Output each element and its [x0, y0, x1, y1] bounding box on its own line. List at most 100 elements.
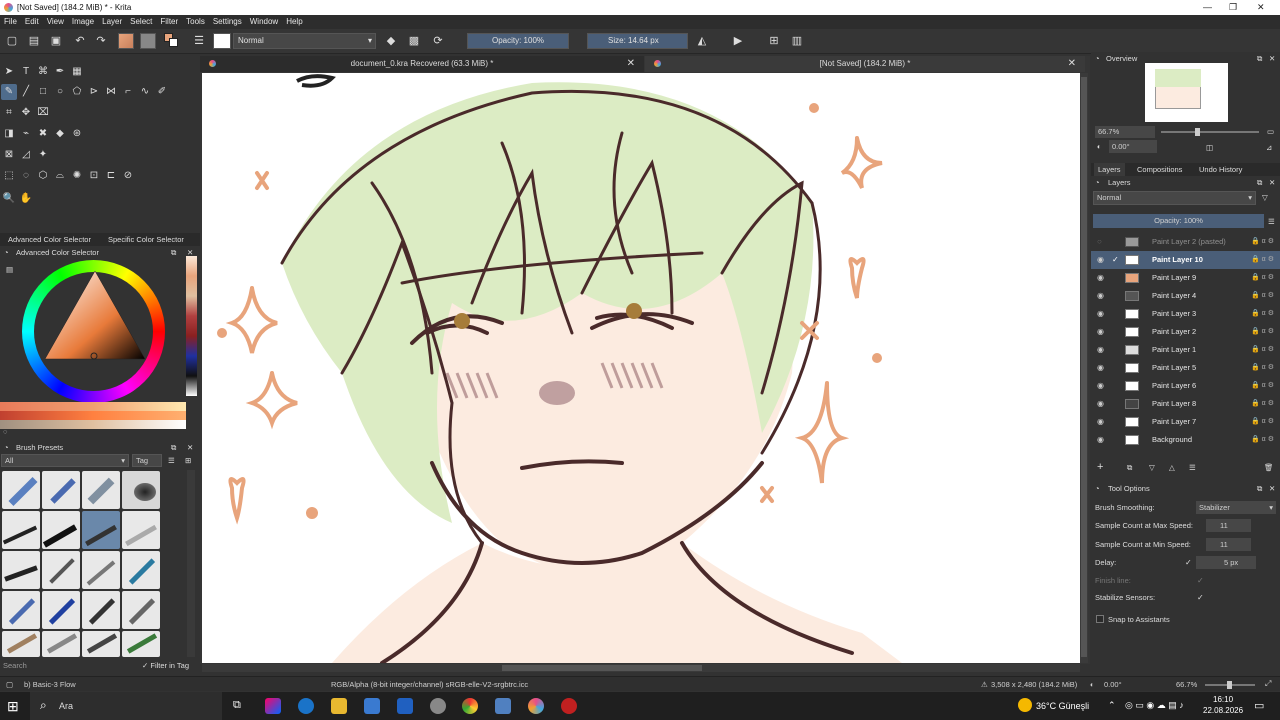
size-slider[interactable]: Size: 14.64 px [587, 33, 688, 49]
layer-lock-icons[interactable]: 🔒α⚙ [1251, 309, 1276, 317]
menu-layer[interactable]: Layer [98, 15, 126, 29]
clock-date[interactable]: 22.08.2026 [1203, 706, 1243, 715]
fill-tool-icon[interactable]: ◆ [52, 126, 68, 142]
canvas-only-icon[interactable]: ▥ [790, 34, 804, 48]
delay-checkbox[interactable]: ✓ [1185, 557, 1192, 568]
brush-smoothing-select[interactable]: Stabilizer ▾ [1196, 501, 1276, 514]
preset-settings-icon[interactable]: ⊞ [185, 455, 191, 466]
move-down-icon[interactable]: ▽ [1149, 462, 1155, 473]
opacity-slider[interactable]: Opacity: 100% [467, 33, 569, 49]
polyline-tool-icon[interactable]: ⊳ [86, 84, 102, 100]
eraser-icon[interactable]: ◆ [384, 34, 398, 48]
copilot-icon[interactable] [265, 698, 281, 714]
mail-icon[interactable] [397, 698, 413, 714]
float-panel-icon[interactable]: ⧉ [1257, 177, 1262, 188]
layer-row[interactable]: ◉ Paint Layer 8 🔒α⚙ [1091, 395, 1280, 413]
duplicate-layer-icon[interactable]: ⧉ [1127, 462, 1132, 473]
tab-advanced-color-selector[interactable]: Advanced Color Selector [4, 233, 95, 246]
brush-settings-icon[interactable]: ☰ [192, 34, 206, 48]
move-icon[interactable]: ✥ [18, 105, 34, 121]
layer-lock-icons[interactable]: 🔒α⚙ [1251, 273, 1276, 281]
task-view-icon[interactable]: ⧉ [233, 699, 241, 712]
windows-start-icon[interactable]: ⊞ [7, 698, 19, 715]
shade-selector-3[interactable] [0, 420, 186, 429]
blend-mode-select[interactable]: Normal ▾ [233, 33, 376, 49]
layer-menu-icon[interactable]: ☰ [1268, 216, 1275, 227]
brush-preset-item[interactable] [42, 551, 80, 589]
chrome-icon[interactable] [462, 698, 478, 714]
visibility-icon[interactable]: ◉ [1097, 381, 1104, 390]
presets-scrollbar[interactable] [187, 470, 195, 657]
layer-lock-icons[interactable]: 🔒α⚙ [1251, 327, 1276, 335]
ellipse-tool-icon[interactable]: ○ [52, 84, 68, 100]
calculator-icon[interactable] [495, 698, 511, 714]
line-tool-icon[interactable]: ╱ [18, 84, 34, 100]
bezier-tool-icon[interactable]: ⋈ [103, 84, 119, 100]
file-explorer-icon[interactable] [331, 698, 347, 714]
layer-lock-icons[interactable]: 🔒α⚙ [1251, 363, 1276, 371]
visibility-icon[interactable]: ◉ [1097, 345, 1104, 354]
clock-time[interactable]: 16:10 [1213, 695, 1233, 704]
mirror-view-icon[interactable]: ◫ [1206, 142, 1213, 153]
menu-view[interactable]: View [43, 15, 68, 29]
notification-icon[interactable]: ▭ [1254, 699, 1264, 712]
visibility-icon[interactable]: ○ [1097, 237, 1102, 246]
brush-preset-item[interactable] [2, 511, 40, 549]
polygon-select-icon[interactable]: ⬡ [35, 168, 51, 184]
save-icon[interactable]: ▣ [49, 34, 63, 48]
mirror-horizontal-icon[interactable]: ◭ [695, 34, 709, 48]
menu-window[interactable]: Window [246, 15, 282, 29]
layer-row[interactable]: ◉ Paint Layer 3 🔒α⚙ [1091, 305, 1280, 323]
multibrush-icon[interactable]: ✐ [154, 84, 170, 100]
layer-row[interactable]: ◉ ✓ Paint Layer 10 🔒α⚙ [1091, 251, 1280, 269]
dynamic-brush-icon[interactable]: ∿ [137, 84, 153, 100]
enclose-fill-icon[interactable]: ⊛ [69, 126, 85, 142]
canvas-horizontal-scrollbar[interactable] [202, 664, 1080, 672]
layer-row[interactable]: ◉ Background 🔒α⚙ [1091, 431, 1280, 449]
doc-tab-recovered[interactable]: document_0.kra Recovered (63.3 MiB) * ✕ [200, 56, 644, 72]
brush-preset-item[interactable] [82, 591, 120, 629]
calligraphy-icon[interactable]: ✒ [52, 64, 68, 80]
minimize-icon[interactable]: — [1203, 2, 1212, 12]
brush-preset-icon[interactable] [213, 33, 231, 49]
visibility-icon[interactable]: ◉ [1097, 291, 1104, 300]
preserve-alpha-icon[interactable]: ▩ [407, 34, 421, 48]
close-panel-icon[interactable]: ✕ [1269, 483, 1275, 494]
layer-lock-icons[interactable]: 🔒α⚙ [1251, 417, 1276, 425]
open-icon[interactable]: ▤ [27, 34, 41, 48]
menu-filter[interactable]: Filter [156, 15, 182, 29]
layer-row[interactable]: ◉ Paint Layer 5 🔒α⚙ [1091, 359, 1280, 377]
layer-lock-icons[interactable]: 🔒α⚙ [1251, 435, 1276, 443]
maximize-icon[interactable]: ❐ [1229, 2, 1237, 13]
shade-selector-2[interactable] [0, 411, 186, 420]
freehand-brush-icon[interactable]: ✎ [1, 84, 17, 100]
layer-row[interactable]: ◉ Paint Layer 4 🔒α⚙ [1091, 287, 1280, 305]
close-tab-icon[interactable]: ✕ [627, 56, 635, 72]
menu-tools[interactable]: Tools [182, 15, 209, 29]
lock-dock-icon[interactable]: ◔ [1095, 177, 1100, 188]
fit-view-icon[interactable]: ▭ [1267, 126, 1274, 137]
layer-row[interactable]: ◉ Paint Layer 6 🔒α⚙ [1091, 377, 1280, 395]
overview-thumbnail[interactable] [1145, 63, 1228, 122]
visibility-icon[interactable]: ◉ [1097, 399, 1104, 408]
rotate-icon[interactable]: ◐ [1097, 141, 1102, 152]
color-picker-icon[interactable]: ⌁ [18, 126, 34, 142]
move-up-icon[interactable]: △ [1169, 462, 1175, 473]
brush-preset-item[interactable] [122, 471, 160, 509]
app-icon[interactable] [430, 698, 446, 714]
brush-preset-item[interactable] [2, 591, 40, 629]
assistant-tool-icon[interactable]: ⊠ [1, 147, 17, 163]
doc-tab-not-saved[interactable]: [Not Saved] (184.2 MiB) * ✕ [645, 56, 1085, 72]
brush-preset-item[interactable] [82, 511, 120, 549]
layer-properties-icon[interactable]: ☰ [1189, 462, 1196, 473]
view-mode-icon[interactable]: ☰ [168, 455, 175, 466]
canvas-vertical-scrollbar[interactable] [1080, 73, 1088, 663]
similar-select-icon[interactable]: ⊡ [86, 168, 102, 184]
delete-layer-icon[interactable]: 🗑 [1264, 462, 1274, 473]
add-layer-icon[interactable]: + [1097, 462, 1103, 473]
pattern-selector[interactable] [140, 33, 156, 49]
brush-preset-item[interactable] [42, 511, 80, 549]
color-history-strip[interactable] [186, 256, 197, 396]
layer-row[interactable]: ◉ Paint Layer 9 🔒α⚙ [1091, 269, 1280, 287]
visibility-icon[interactable]: ◉ [1097, 435, 1104, 444]
